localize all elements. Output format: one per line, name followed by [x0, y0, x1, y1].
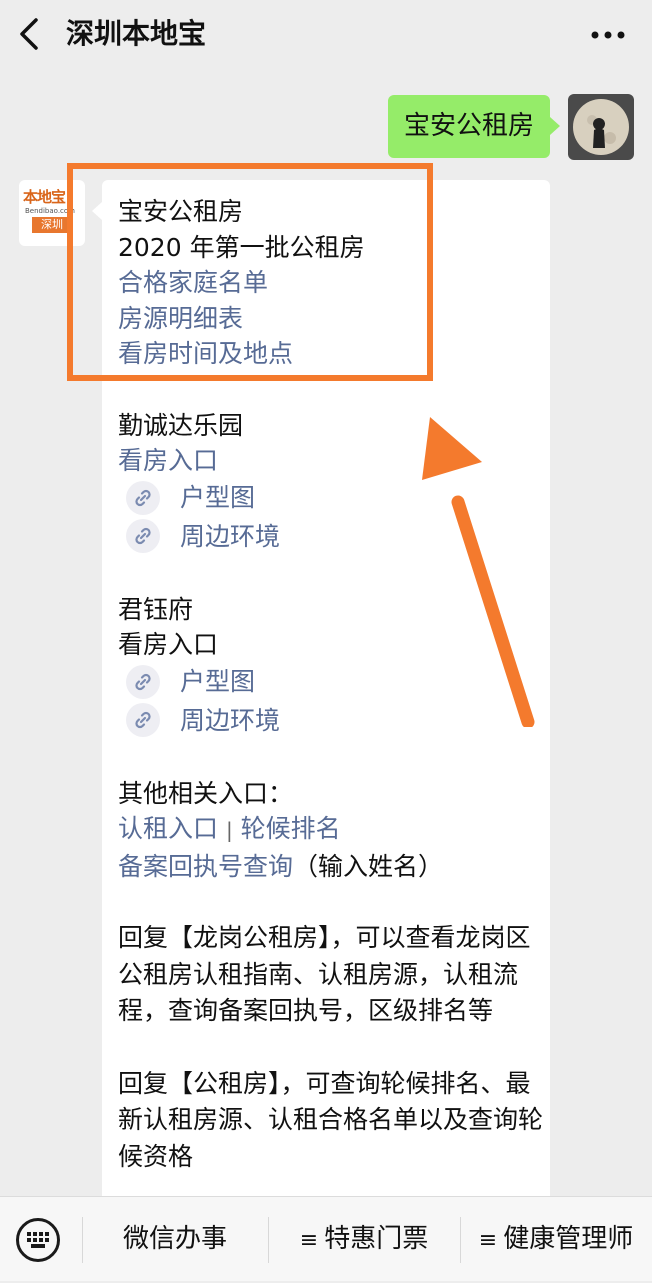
receipt-query-note: （输入姓名）	[293, 851, 444, 881]
waiting-rank-link[interactable]: 轮候排名	[241, 814, 341, 843]
surroundings-label: 周边环境	[180, 521, 281, 551]
subscription-entry-link[interactable]: 认租入口	[118, 814, 218, 843]
nav-bar: 深圳本地宝	[0, 0, 652, 70]
outgoing-message-bubble[interactable]: 宝安公租房	[387, 95, 561, 158]
other-entries-title: 其他相关入口：	[118, 778, 294, 808]
keyboard-toggle-button[interactable]	[16, 1218, 60, 1262]
menu-label: 健康管理师	[503, 1224, 634, 1254]
logo-text: 本地宝	[23, 188, 66, 206]
page-title: 深圳本地宝	[66, 17, 207, 50]
highlight-box	[67, 163, 433, 381]
mini-program-link-icon	[126, 480, 160, 515]
mini-program-link-icon	[126, 703, 160, 738]
reply-longgang-paragraph: 回复【龙岗公租房】，可以查看龙岗区公租房认租指南、认租房源，认租流程，查询备案回…	[118, 923, 531, 1025]
link-separator: |	[225, 818, 233, 842]
annotation-arrow-icon	[422, 417, 535, 727]
menu-label: 特惠门票	[324, 1224, 429, 1254]
menu-health-manager[interactable]: ≡ 健康管理师	[460, 1197, 652, 1281]
mini-program-link-icon	[126, 664, 160, 699]
other-entries-row: 认租入口 | 轮候排名	[118, 811, 543, 849]
menu-list-icon: ≡	[299, 1228, 319, 1253]
logo-city-tag: 深圳	[32, 217, 72, 233]
menu-discount-tickets[interactable]: ≡ 特惠门票	[268, 1197, 460, 1281]
menu-list-icon: ≡	[478, 1228, 498, 1253]
receipt-query-row: 备案回执号查询（输入姓名）	[118, 849, 543, 885]
mini-program-link-icon	[126, 519, 160, 554]
back-icon[interactable]	[16, 17, 46, 51]
reply-public-housing-paragraph: 回复【公租房】，可查询轮候排名、最新认租房源、认租合格名单以及查询轮候资格	[118, 1068, 544, 1171]
keyboard-icon	[27, 1232, 49, 1248]
floorplan-label: 户型图	[180, 483, 256, 512]
receipt-number-query-link[interactable]: 备案回执号查询	[118, 852, 293, 881]
menu-wechat-services[interactable]: 微信办事	[82, 1197, 268, 1281]
user-avatar[interactable]	[568, 94, 634, 160]
bottom-menu-bar: 微信办事 ≡ 特惠门票 ≡ 健康管理师	[0, 1196, 652, 1281]
surroundings-label: 周边环境	[180, 705, 281, 735]
menu-label: 微信办事	[122, 1224, 227, 1254]
floorplan-label: 户型图	[180, 667, 256, 696]
more-icon[interactable]	[590, 30, 626, 40]
